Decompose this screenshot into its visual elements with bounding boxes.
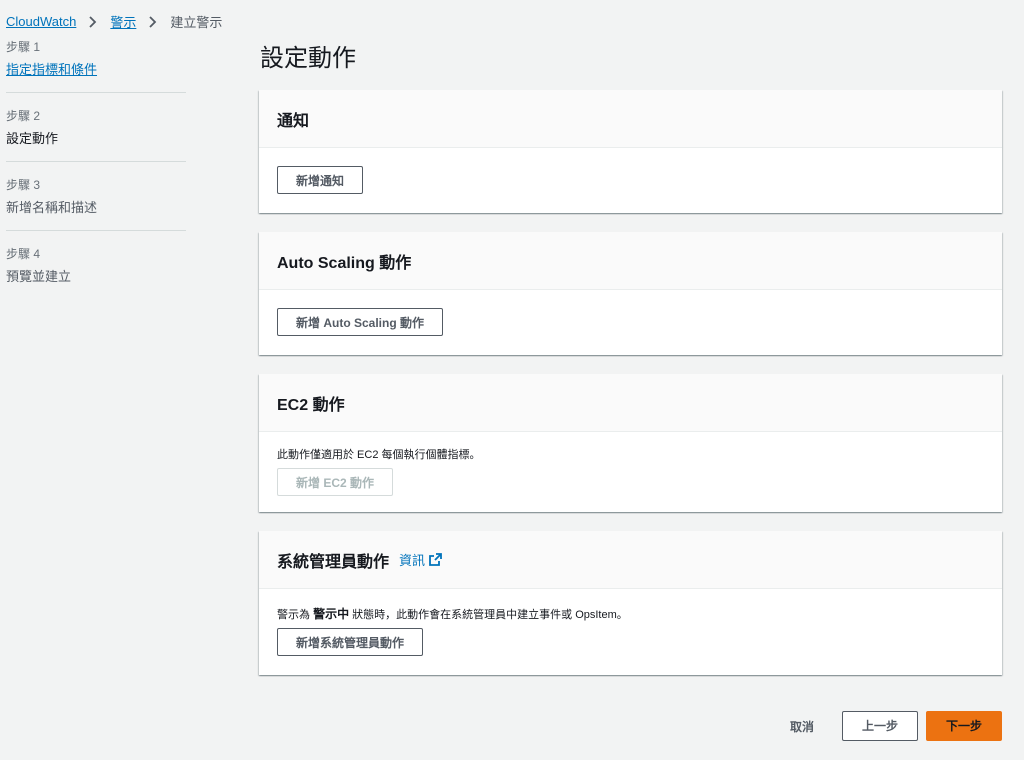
add-notification-button[interactable]: 新增通知: [277, 166, 364, 194]
page-title: 設定動作: [260, 45, 356, 72]
chevron-right-icon: [146, 15, 160, 29]
info-link[interactable]: 資訊: [399, 550, 442, 569]
wizard-steps: 步驟 1 指定指標和條件 步驟 2 設定動作 步驟 3 新增名稱和描述 步驟 4…: [6, 38, 186, 313]
step-number: 步驟 2: [6, 109, 41, 123]
step-4: 步驟 4 預覽並建立: [6, 245, 186, 299]
step-add-name: 新增名稱和描述: [6, 200, 98, 215]
step-number: 步驟 1: [6, 40, 41, 54]
ec2-panel: EC2 動作 此動作僅適用於 EC2 每個執行個體指標。 新增 EC2 動作: [259, 374, 1002, 512]
cancel-button[interactable]: 取消: [790, 718, 814, 735]
step-3: 步驟 3 新增名稱和描述: [6, 176, 186, 231]
panel-title: 系統管理員動作: [277, 553, 390, 571]
external-link-icon: [429, 553, 442, 566]
desc-state-bold: 警示中: [313, 607, 350, 621]
breadcrumb-cloudwatch[interactable]: CloudWatch: [6, 14, 76, 29]
add-ec2-action-button[interactable]: 新增 EC2 動作: [277, 468, 394, 496]
panel-header: 系統管理員動作 資訊: [259, 531, 1002, 589]
info-label: 資訊: [399, 553, 426, 568]
wizard-footer: 取消 上一步 下一步: [790, 711, 1002, 741]
notification-panel: 通知 新增通知: [259, 90, 1002, 213]
next-button[interactable]: 下一步: [926, 711, 1002, 741]
step-number: 步驟 3: [6, 178, 41, 192]
chevron-right-icon: [86, 15, 100, 29]
panel-header: EC2 動作: [259, 374, 1002, 432]
step-2: 步驟 2 設定動作: [6, 107, 186, 162]
add-systems-manager-action-button[interactable]: 新增系統管理員動作: [277, 628, 424, 656]
panel-header: 通知: [259, 90, 1002, 148]
step-link-specify-metric[interactable]: 指定指標和條件: [6, 59, 186, 78]
add-autoscaling-action-button[interactable]: 新增 Auto Scaling 動作: [277, 308, 444, 336]
desc-text: 狀態時，此動作會在系統管理員中建立事件或 OpsItem。: [349, 609, 628, 621]
breadcrumb: CloudWatch 警示 建立警示: [6, 12, 222, 31]
step-current-configure-actions: 設定動作: [6, 131, 59, 146]
ssm-description: 警示為 警示中 狀態時，此動作會在系統管理員中建立事件或 OpsItem。: [277, 605, 984, 622]
autoscaling-panel: Auto Scaling 動作 新增 Auto Scaling 動作: [259, 232, 1002, 355]
breadcrumb-create-alarm: 建立警示: [170, 15, 223, 30]
desc-text: 警示為: [277, 609, 314, 621]
panel-header: Auto Scaling 動作: [259, 232, 1002, 290]
step-preview-create: 預覽並建立: [6, 269, 72, 284]
systems-manager-panel: 系統管理員動作 資訊 警示為 警示中 狀態時，此動作會在系統管理員中建立事件或 …: [259, 531, 1002, 675]
ec2-description: 此動作僅適用於 EC2 每個執行個體指標。: [277, 449, 481, 461]
previous-button[interactable]: 上一步: [842, 711, 918, 741]
breadcrumb-alarms[interactable]: 警示: [110, 12, 136, 31]
step-number: 步驟 4: [6, 247, 41, 261]
step-1: 步驟 1 指定指標和條件: [6, 38, 186, 93]
